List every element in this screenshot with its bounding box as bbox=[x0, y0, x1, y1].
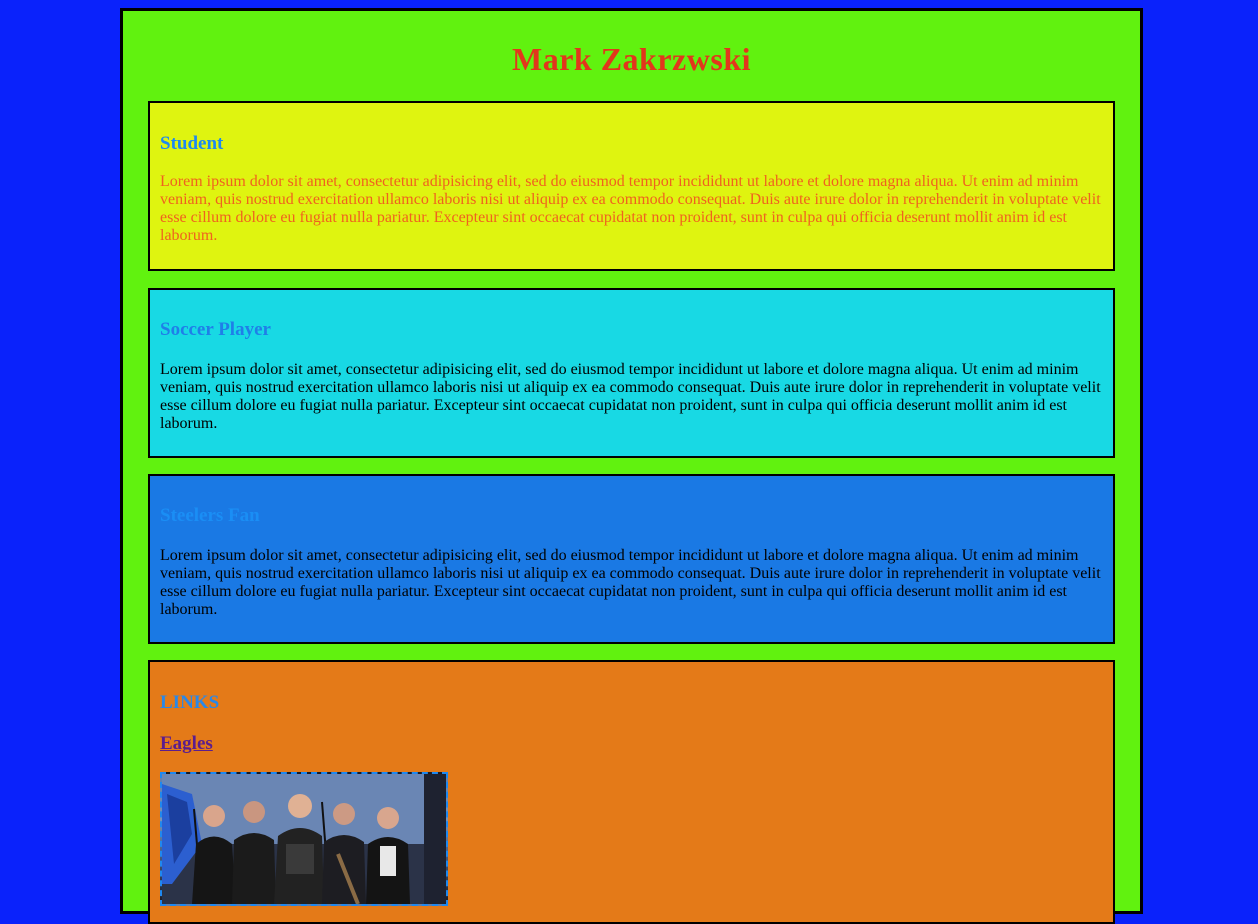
section-student: Student Lorem ipsum dolor sit amet, cons… bbox=[148, 101, 1115, 271]
section-links: LINKS Eagles bbox=[148, 660, 1115, 924]
section-steelers-fan: Steelers Fan Lorem ipsum dolor sit amet,… bbox=[148, 474, 1115, 644]
band-photo-graphic bbox=[162, 774, 446, 904]
section-heading: Student bbox=[160, 133, 224, 154]
section-text: Lorem ipsum dolor sit amet, consectetur … bbox=[160, 547, 1101, 618]
section-text: Lorem ipsum dolor sit amet, consectetur … bbox=[160, 173, 1101, 244]
page-title: Mark Zakrzwski bbox=[512, 41, 751, 77]
section-heading: Soccer Player bbox=[160, 319, 271, 340]
section-text: Lorem ipsum dolor sit amet, consectetur … bbox=[160, 361, 1101, 432]
section-soccer-player: Soccer Player Lorem ipsum dolor sit amet… bbox=[148, 288, 1115, 458]
eagles-band-photo[interactable] bbox=[160, 772, 448, 906]
eagles-link[interactable]: Eagles bbox=[160, 733, 213, 755]
page-container: Mark Zakrzwski Student Lorem ipsum dolor… bbox=[120, 8, 1143, 924]
section-heading: Steelers Fan bbox=[160, 505, 260, 526]
links-heading: LINKS bbox=[160, 692, 220, 713]
